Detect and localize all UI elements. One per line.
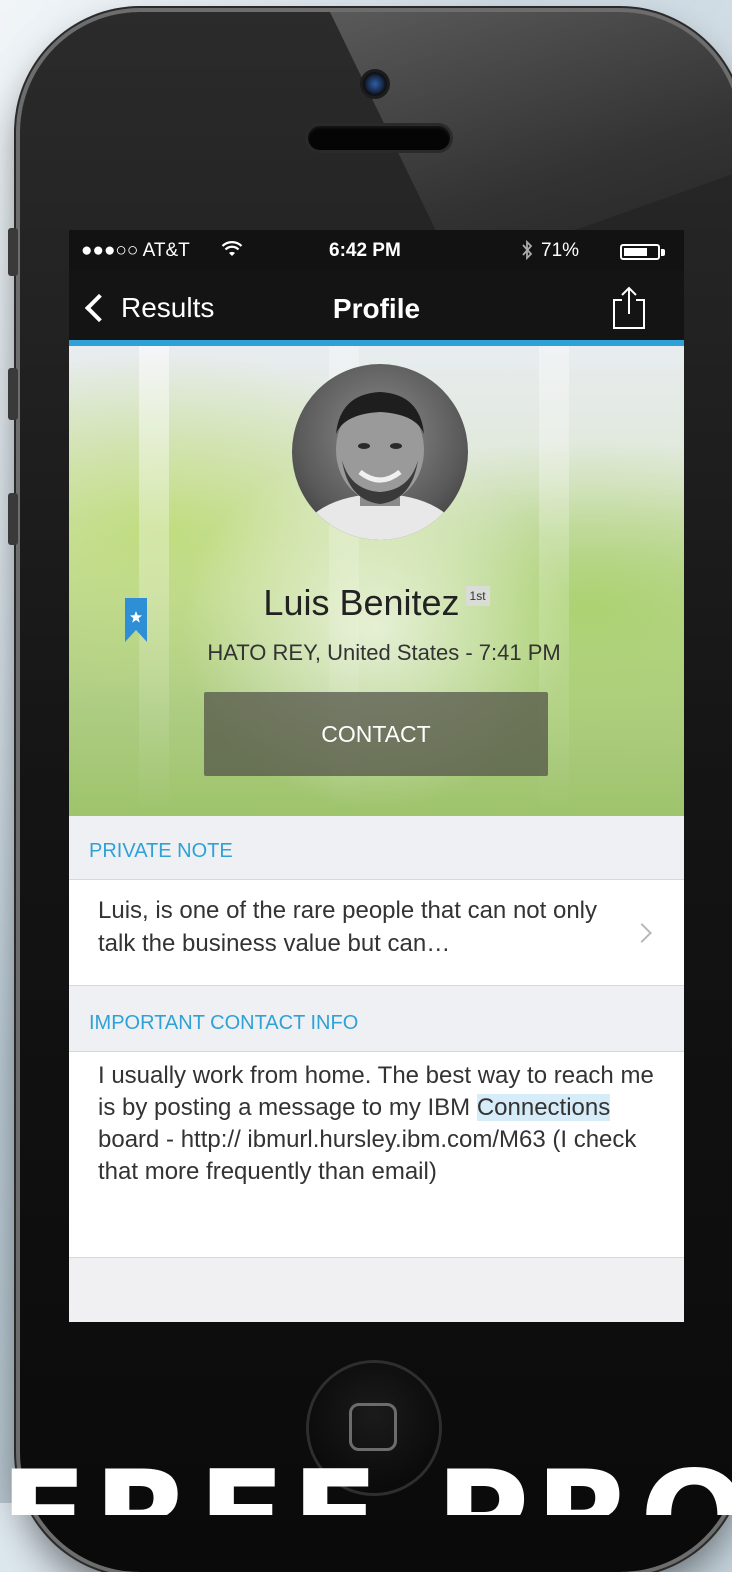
battery-icon bbox=[620, 244, 660, 260]
private-note-cell[interactable]: Luis, is one of the rare people that can… bbox=[69, 880, 684, 986]
wifi-icon bbox=[221, 241, 243, 256]
contact-button[interactable]: CONTACT bbox=[204, 692, 548, 776]
profile-name: Luis Benitez bbox=[263, 582, 460, 623]
front-camera bbox=[363, 72, 387, 96]
private-note-text: Luis, is one of the rare people that can… bbox=[98, 897, 597, 957]
carrier-label: ●●●○○ AT&T bbox=[81, 240, 190, 261]
home-button-square-icon bbox=[349, 1403, 397, 1451]
page-title: Profile bbox=[332, 293, 421, 324]
mute-switch bbox=[8, 228, 18, 276]
volume-down-button bbox=[8, 493, 18, 545]
profile-name-row: Luis Benitez 1st bbox=[69, 582, 684, 624]
chevron-right-icon bbox=[632, 923, 652, 943]
navigation-bar: Results Profile bbox=[69, 270, 684, 346]
connection-degree-badge: 1st bbox=[465, 586, 490, 606]
earpiece-speaker bbox=[308, 126, 450, 150]
avatar-photo bbox=[300, 392, 460, 540]
share-icon[interactable] bbox=[609, 284, 649, 332]
footer-caption: FREE PROFILE bbox=[0, 1455, 732, 1515]
private-note-title: PRIVATE NOTE bbox=[89, 840, 233, 862]
battery-tip bbox=[661, 249, 665, 256]
phone-screen: ●●●○○ AT&T 6:42 PM 71% Results Profile L… bbox=[69, 230, 684, 1322]
status-bar: ●●●○○ AT&T 6:42 PM 71% bbox=[69, 230, 684, 270]
contact-info-title: IMPORTANT CONTACT INFO bbox=[89, 1012, 359, 1034]
profile-header: Luis Benitez 1st HATO REY, United States … bbox=[69, 346, 684, 816]
contact-info-section-header: IMPORTANT CONTACT INFO bbox=[69, 988, 684, 1052]
contact-info-text-end: board - http:// ibmurl.hursley.ibm.com/M… bbox=[98, 1126, 637, 1185]
battery-fill bbox=[624, 248, 647, 256]
contact-info-text: I usually work from home. The best way t… bbox=[98, 1060, 668, 1188]
private-note-section-header: PRIVATE NOTE bbox=[69, 816, 684, 880]
background-streak bbox=[139, 346, 169, 816]
status-time: 6:42 PM bbox=[329, 240, 401, 261]
battery-percent: 71% bbox=[541, 240, 580, 261]
connections-highlight[interactable]: Connections bbox=[476, 1094, 611, 1121]
avatar[interactable] bbox=[292, 364, 468, 540]
volume-up-button bbox=[8, 368, 18, 420]
contact-info-cell: I usually work from home. The best way t… bbox=[69, 1052, 684, 1258]
profile-location: HATO REY, United States - 7:41 PM bbox=[207, 640, 561, 665]
bluetooth-icon bbox=[522, 240, 533, 260]
